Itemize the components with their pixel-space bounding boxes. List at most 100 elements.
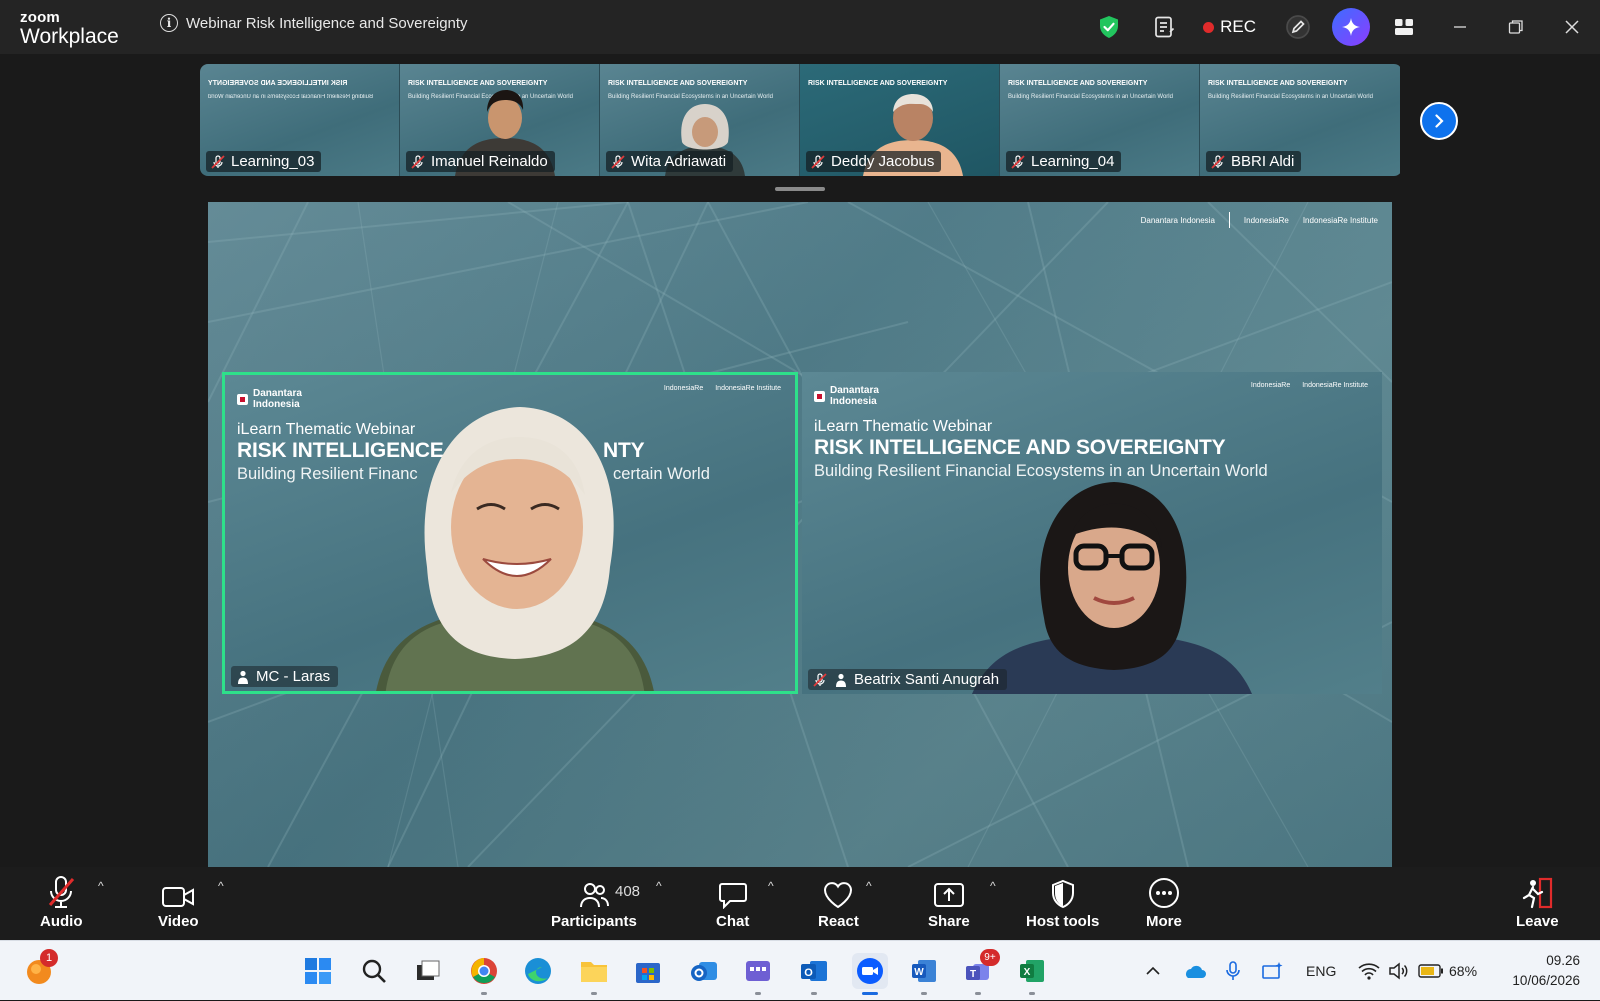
video-tile-active-speaker[interactable]: Danantara Indonesia IndonesiaRe Indonesia… — [222, 372, 798, 694]
input-language[interactable]: ENG — [1306, 941, 1336, 1001]
microphone-icon[interactable] — [1226, 941, 1240, 1001]
react-options-caret[interactable]: ^ — [866, 879, 872, 893]
search-icon[interactable] — [356, 953, 392, 989]
ai-companion-sparkle-icon[interactable] — [1332, 8, 1370, 46]
svg-text:T: T — [970, 969, 976, 980]
meeting-info[interactable]: i Webinar Risk Intelligence and Sovereig… — [160, 14, 468, 32]
heart-icon — [824, 882, 853, 909]
camera-icon — [162, 887, 195, 907]
microphone-muted-icon — [49, 876, 75, 908]
participant-tile[interactable]: RISK INTELLIGENCE AND SOVEREIGNTY Buildi… — [400, 64, 600, 176]
participants-icon — [579, 883, 609, 908]
battery-indicator[interactable]: 68% — [1418, 941, 1477, 1001]
meeting-title: Webinar Risk Intelligence and Sovereignt… — [186, 14, 468, 32]
edge-icon[interactable] — [520, 953, 556, 989]
video-options-caret[interactable]: ^ — [218, 879, 224, 893]
slide-kicker: iLearn Thematic Webinar — [814, 418, 993, 435]
apps-grid-icon[interactable] — [1384, 7, 1424, 47]
volume-icon[interactable] — [1388, 941, 1410, 1001]
title-bar: zoom Workplace i Webinar Risk Intelligen… — [0, 0, 1600, 54]
display-sparkle-icon[interactable] — [1262, 941, 1284, 1001]
video-button[interactable]: Video — [158, 873, 199, 930]
shield-check-icon[interactable] — [1089, 7, 1129, 47]
teams-calendar-icon[interactable] — [740, 953, 776, 995]
windows-taskbar: 1 O W T 9+ X ENG 68% 09.26 10/06/2026 — [0, 940, 1600, 1000]
outlook-new-icon[interactable] — [686, 953, 722, 989]
zoom-workplace-logo: zoom Workplace — [20, 10, 119, 47]
danantara-mark-icon — [814, 391, 825, 402]
tile-slide-subtitle: Building Resilient Financial Ecosystems … — [1208, 94, 1373, 100]
restore-button[interactable] — [1488, 0, 1544, 54]
tile-slide-subtitle: Building Resilient Financial Ecosystems … — [208, 94, 373, 100]
speaker-video-person — [376, 407, 654, 691]
more-dots-icon — [1148, 878, 1179, 908]
wifi-icon[interactable] — [1358, 941, 1380, 1001]
filmstrip-resize-handle[interactable] — [775, 187, 825, 191]
more-button[interactable]: More — [1146, 873, 1182, 930]
spotlight-person-icon — [836, 673, 846, 687]
participants-count: 408 — [615, 883, 641, 900]
chat-button[interactable]: Chat — [716, 873, 749, 930]
chat-options-caret[interactable]: ^ — [768, 879, 774, 893]
rec-label: REC — [1220, 17, 1256, 36]
filmstrip-next-button[interactable] — [1420, 102, 1458, 140]
battery-percent: 68% — [1449, 963, 1478, 979]
slide-logos: IndonesiaRe IndonesiaRe Institute — [664, 385, 781, 392]
participant-tile[interactable]: RISK INTELLIGENCE AND SOVEREIGNTY Buildi… — [1200, 64, 1400, 176]
react-label: React — [818, 913, 859, 930]
tray-overflow-chevron-icon[interactable] — [1146, 941, 1160, 1001]
participant-name: Imanuel Reinaldo — [431, 153, 548, 170]
system-clock[interactable]: 09.26 10/06/2026 — [1512, 951, 1580, 991]
participants-options-caret[interactable]: ^ — [656, 879, 662, 893]
outlook-icon[interactable]: O — [796, 953, 832, 995]
notification-app-icon[interactable]: 1 — [22, 949, 58, 989]
share-button[interactable]: Share — [928, 873, 970, 930]
task-view-icon[interactable] — [410, 953, 446, 989]
react-button[interactable]: React — [818, 873, 859, 930]
participant-name: Deddy Jacobus — [831, 153, 935, 170]
info-icon[interactable]: i — [160, 14, 178, 32]
clock-date: 10/06/2026 — [1512, 973, 1580, 988]
participants-label: Participants — [551, 913, 637, 930]
share-options-caret[interactable]: ^ — [990, 879, 996, 893]
host-tools-button[interactable]: Host tools — [1026, 873, 1099, 930]
recording-indicator[interactable]: REC — [1203, 17, 1256, 37]
excel-icon[interactable]: X — [1014, 953, 1050, 995]
file-explorer-icon[interactable] — [576, 953, 612, 995]
participant-tile[interactable]: RISK INTELLIGENCE AND SOVEREIGNTY Buildi… — [600, 64, 800, 176]
annotate-pencil-icon[interactable] — [1278, 7, 1318, 47]
teams-icon[interactable]: T 9+ — [960, 949, 1000, 995]
chrome-icon[interactable] — [466, 953, 502, 995]
svg-text:X: X — [1024, 967, 1031, 978]
participant-name: Learning_03 — [231, 153, 315, 170]
brand-line2: Workplace — [20, 25, 119, 48]
chat-label: Chat — [716, 913, 750, 930]
mic-muted-icon — [411, 154, 425, 169]
participant-tile[interactable]: RISK INTELLIGENCE AND SOVEREIGNTY Buildi… — [1000, 64, 1200, 176]
tile-slide-title: RISK INTELLIGENCE AND SOVEREIGNTY — [208, 80, 348, 87]
minimize-button[interactable] — [1432, 0, 1488, 54]
audio-button[interactable]: Audio — [40, 873, 83, 930]
danantara-logo: Danantara Indonesia — [1140, 215, 1215, 225]
zoom-icon[interactable] — [852, 953, 888, 995]
participant-tile[interactable]: RISK INTELLIGENCE AND SOVEREIGNTY Deddy … — [800, 64, 1000, 176]
close-window-button[interactable] — [1544, 0, 1600, 54]
notes-icon[interactable] — [1145, 7, 1185, 47]
video-tile[interactable]: Danantara Indonesia IndonesiaRe Indonesia… — [802, 372, 1382, 694]
indonesiare-institute-logo: IndonesiaRe Institute — [715, 385, 781, 392]
danantara-brand: Danantara Indonesia — [237, 388, 302, 410]
meeting-controls: Audio ^ Video ^ Participants 408 ^ Chat … — [0, 867, 1600, 940]
participant-name-tag: Wita Adriawati — [606, 151, 734, 172]
leave-button[interactable]: Leave — [1516, 873, 1559, 930]
participant-name-tag: Learning_04 — [1006, 151, 1122, 172]
audio-options-caret[interactable]: ^ — [98, 879, 104, 893]
teams-badge: 9+ — [980, 949, 1000, 966]
microsoft-store-icon[interactable] — [630, 953, 666, 989]
windows-start-icon[interactable] — [300, 953, 336, 989]
word-icon[interactable]: W — [906, 953, 942, 995]
video-name-tag: Beatrix Santi Anugrah — [808, 669, 1008, 690]
participant-tile[interactable]: RISK INTELLIGENCE AND SOVEREIGNTY Buildi… — [200, 64, 400, 176]
participants-button[interactable]: Participants — [551, 873, 637, 930]
host-shield-icon — [1051, 879, 1074, 909]
onedrive-cloud-icon[interactable] — [1182, 941, 1206, 1001]
